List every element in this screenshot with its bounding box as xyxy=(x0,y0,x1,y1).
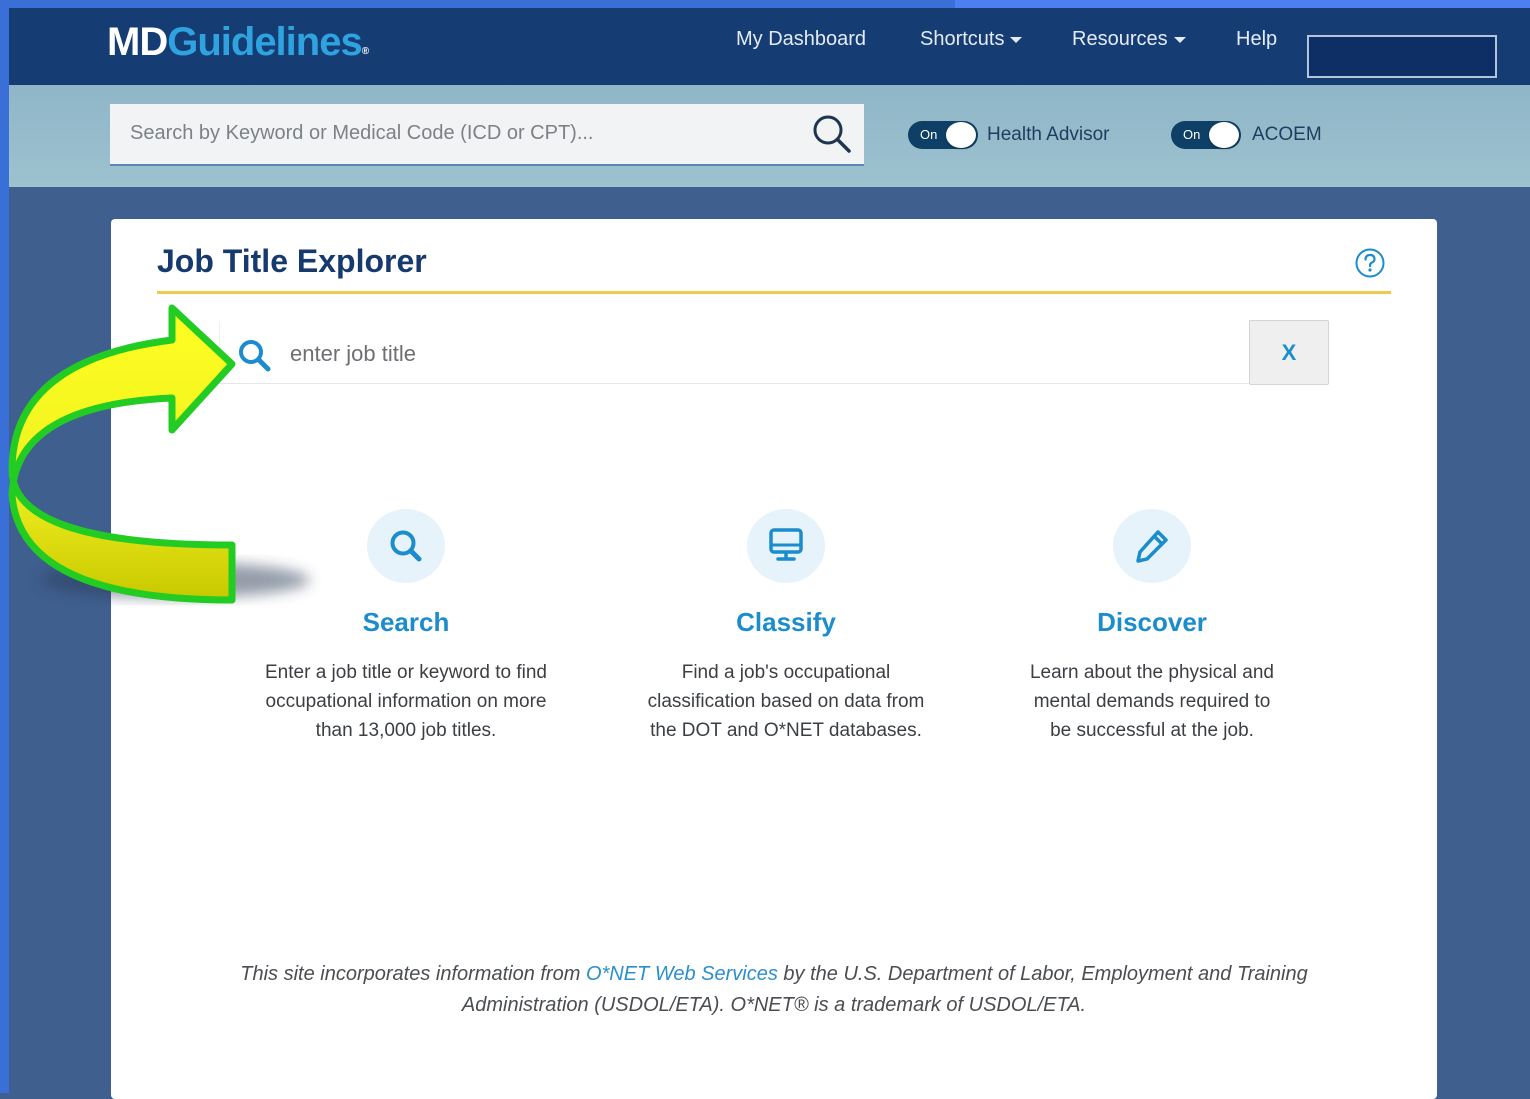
job-title-search-input[interactable]: enter job title xyxy=(219,321,1250,384)
onet-attribution: This site incorporates information from … xyxy=(171,959,1377,1021)
search-icon xyxy=(390,530,422,562)
help-icon[interactable] xyxy=(1354,247,1386,279)
nav-my-dashboard[interactable]: My Dashboard xyxy=(736,28,866,51)
clear-button[interactable]: X xyxy=(1249,320,1329,385)
md-guidelines-logo[interactable]: MDGuidelines® xyxy=(107,20,369,64)
logo-registered-mark: ® xyxy=(361,46,369,57)
monitor-icon xyxy=(769,528,803,561)
feature-description: Enter a job title or keyword to find occ… xyxy=(246,658,566,745)
feature-description-line: occupational information on more xyxy=(265,691,547,712)
attribution-text: This site incorporates information from xyxy=(240,963,586,985)
search-icon[interactable] xyxy=(810,112,854,156)
attribution-line-1: This site incorporates information from … xyxy=(171,959,1377,990)
nav-my-dashboard-label: My Dashboard xyxy=(736,28,867,50)
user-menu-masked[interactable] xyxy=(1307,35,1497,78)
attribution-line-2: Administration (USDOL/ETA). O*NET® is a … xyxy=(461,994,1087,1016)
title-divider xyxy=(157,291,1391,294)
onet-web-services-link[interactable]: O*NET Web Services xyxy=(586,963,778,985)
chevron-down-icon xyxy=(1010,36,1023,43)
feature-description-line: be successful at the job. xyxy=(1050,720,1254,741)
search-band: Search by Keyword or Medical Code (ICD o… xyxy=(9,85,1530,187)
acoem-toggle[interactable]: On xyxy=(1171,121,1241,149)
acoem-label: ACOEM xyxy=(1252,124,1322,145)
feature-description-line: than 13,000 job titles. xyxy=(315,720,497,741)
nav-resources[interactable]: Resources xyxy=(1072,28,1186,51)
nav-help[interactable]: Help xyxy=(1236,28,1277,51)
feature-description-line: Enter a job title or keyword to find xyxy=(265,662,547,683)
nav-resources-label: Resources xyxy=(1072,28,1168,50)
toggle-knob xyxy=(1209,122,1239,148)
feature-discover: Discover Learn about the physical and me… xyxy=(992,509,1312,745)
site-header: MDGuidelines® My Dashboard Shortcuts Res… xyxy=(9,8,1530,85)
global-search-input[interactable]: Search by Keyword or Medical Code (ICD o… xyxy=(110,104,864,166)
feature-description-line: Find a job's occupational xyxy=(681,662,891,683)
chevron-down-icon xyxy=(1173,36,1186,43)
health-advisor-toggle[interactable]: On xyxy=(908,121,978,149)
annotation-arrow-icon xyxy=(8,304,310,604)
feature-description: Learn about the physical and mental dema… xyxy=(992,658,1312,745)
feature-icon-circle xyxy=(367,509,445,583)
feature-classify: Classify Find a job's occupational class… xyxy=(626,509,946,745)
nav-shortcuts[interactable]: Shortcuts xyxy=(920,28,1023,51)
health-advisor-label: Health Advisor xyxy=(987,124,1110,145)
attribution-text: by the U.S. Department of Labor, Employm… xyxy=(777,963,1308,985)
pencil-icon xyxy=(1136,530,1168,563)
feature-description: Find a job's occupational classification… xyxy=(626,658,946,745)
nav-shortcuts-label: Shortcuts xyxy=(920,28,1005,50)
feature-title: Classify xyxy=(736,607,836,637)
toggle-state-label: On xyxy=(1183,127,1201,142)
feature-description-line: classification based on data from xyxy=(647,691,925,712)
nav-help-label: Help xyxy=(1236,28,1278,50)
feature-description-line: mental demands required to xyxy=(1033,691,1271,712)
toggle-state-label: On xyxy=(920,127,938,142)
feature-icon-circle xyxy=(747,509,825,583)
feature-title: Discover xyxy=(1097,607,1207,637)
feature-description-line: the DOT and O*NET databases. xyxy=(650,720,922,741)
toggle-knob xyxy=(946,122,976,148)
logo-md: MD xyxy=(107,20,168,64)
logo-guidelines: Guidelines xyxy=(167,20,362,64)
feature-icon-circle xyxy=(1113,509,1191,583)
top-edge-strip-right xyxy=(955,0,1530,8)
feature-description-line: Learn about the physical and xyxy=(1029,662,1274,683)
page-title: Job Title Explorer xyxy=(157,243,427,279)
global-search-placeholder: Search by Keyword or Medical Code (ICD o… xyxy=(130,122,594,144)
